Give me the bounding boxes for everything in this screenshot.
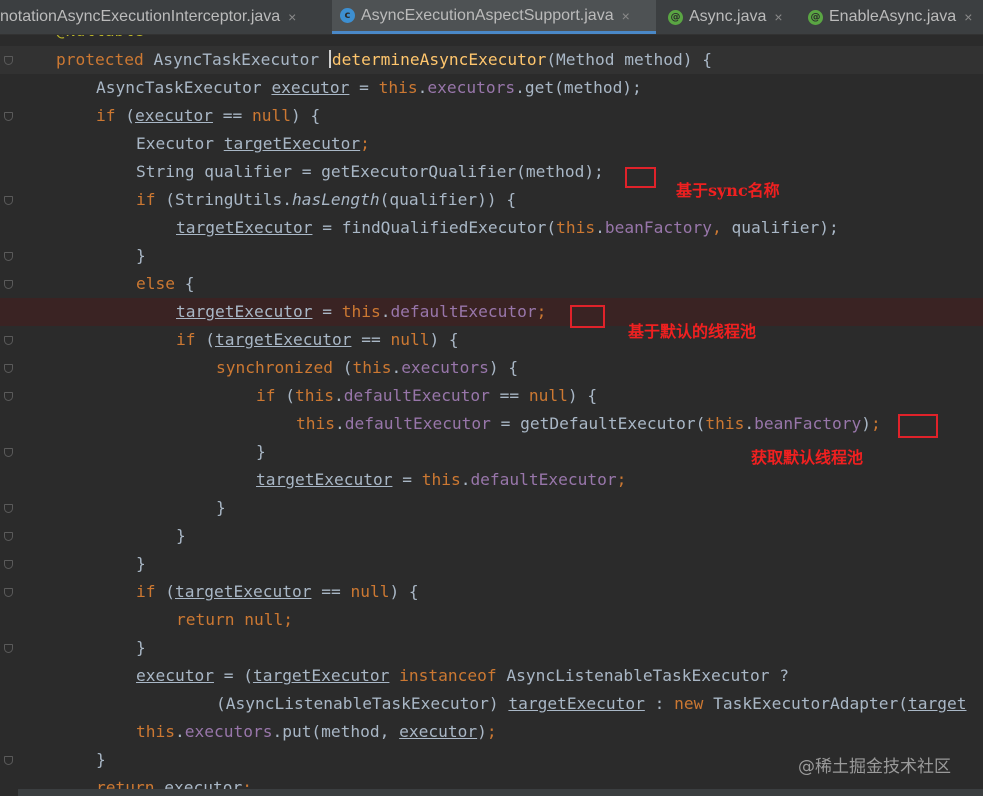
annotation-box bbox=[898, 414, 938, 438]
fold-icon[interactable] bbox=[4, 56, 13, 65]
tab-label: AsyncExecutionAspectSupport.java bbox=[361, 6, 614, 24]
fold-icon[interactable] bbox=[4, 196, 13, 205]
fold-icon[interactable] bbox=[4, 532, 13, 541]
text-caret bbox=[328, 50, 331, 68]
annotation-note: 基于默认的线程池 bbox=[628, 322, 757, 341]
code-line: @Nullable bbox=[0, 35, 983, 45]
fold-icon[interactable] bbox=[4, 336, 13, 345]
code-line: synchronized (this.executors) { bbox=[0, 354, 983, 382]
code-line: else { bbox=[0, 270, 983, 298]
fold-icon[interactable] bbox=[4, 560, 13, 569]
code-line: executor = (targetExecutor instanceof As… bbox=[136, 666, 790, 685]
tab-async[interactable]: @ Async.java × bbox=[660, 0, 798, 34]
annotation-box bbox=[570, 305, 605, 328]
code-line: targetExecutor = findQualifiedExecutor(t… bbox=[176, 218, 839, 237]
tab-enable-async[interactable]: @ EnableAsync.java × bbox=[800, 0, 983, 34]
tab-annotation-async-execution-interceptor[interactable]: notationAsyncExecutionInterceptor.java × bbox=[0, 0, 330, 34]
annotation-icon: @ bbox=[668, 9, 683, 25]
code-line: targetExecutor = this.defaultExecutor; bbox=[256, 470, 627, 489]
tab-label: notationAsyncExecutionInterceptor.java bbox=[0, 8, 281, 25]
code-line: } bbox=[0, 242, 983, 270]
code-editor[interactable]: @Nullable protected AsyncTaskExecutor de… bbox=[0, 35, 983, 796]
code-line: if (this.defaultExecutor == null) { bbox=[0, 382, 983, 410]
close-icon[interactable]: × bbox=[964, 9, 972, 25]
close-icon[interactable]: × bbox=[288, 9, 296, 25]
code-line: } bbox=[0, 634, 983, 662]
code-line: } bbox=[0, 550, 983, 578]
code-line: this.defaultExecutor = getDefaultExecuto… bbox=[296, 414, 881, 433]
code-line: if (StringUtils.hasLength(qualifier)) { bbox=[0, 186, 983, 214]
tab-async-execution-aspect-support[interactable]: c AsyncExecutionAspectSupport.java × bbox=[332, 0, 656, 34]
close-icon[interactable]: × bbox=[774, 9, 782, 25]
annotation-box bbox=[625, 167, 656, 188]
code-line: this.executors.put(method, executor); bbox=[136, 722, 497, 741]
fold-icon[interactable] bbox=[4, 280, 13, 289]
fold-icon[interactable] bbox=[4, 392, 13, 401]
fold-icon[interactable] bbox=[4, 588, 13, 597]
code-line: return null; bbox=[176, 610, 293, 629]
fold-icon[interactable] bbox=[4, 504, 13, 513]
code-line: } bbox=[0, 494, 983, 522]
code-line: String qualifier = getExecutorQualifier(… bbox=[136, 162, 604, 181]
code-line: if (executor == null) { bbox=[0, 102, 983, 130]
editor-tab-bar: notationAsyncExecutionInterceptor.java ×… bbox=[0, 0, 983, 35]
fold-icon[interactable] bbox=[4, 644, 13, 653]
fold-icon[interactable] bbox=[4, 112, 13, 121]
code-line: (AsyncListenableTaskExecutor) targetExec… bbox=[216, 694, 967, 713]
fold-icon[interactable] bbox=[4, 448, 13, 457]
close-icon[interactable]: × bbox=[622, 8, 630, 24]
code-line: if (targetExecutor == null) { bbox=[0, 326, 983, 354]
horizontal-scrollbar[interactable] bbox=[18, 789, 983, 796]
tab-label: Async.java bbox=[689, 8, 767, 25]
watermark: @稀土掘金技术社区 bbox=[798, 757, 951, 777]
fold-icon[interactable] bbox=[4, 364, 13, 373]
code-line: } bbox=[0, 522, 983, 550]
code-line-highlighted: targetExecutor = this.defaultExecutor; bbox=[0, 298, 983, 326]
code-line: Executor targetExecutor; bbox=[136, 134, 370, 153]
fold-icon[interactable] bbox=[4, 756, 13, 765]
code-line: protected AsyncTaskExecutor determineAsy… bbox=[0, 46, 983, 74]
fold-icon[interactable] bbox=[4, 252, 13, 261]
annotation-note: 获取默认线程池 bbox=[751, 448, 864, 467]
annotation-note: 基于sync名称 bbox=[676, 181, 780, 200]
tab-label: EnableAsync.java bbox=[829, 8, 957, 25]
code-line: AsyncTaskExecutor executor = this.execut… bbox=[96, 78, 642, 97]
code-line: if (targetExecutor == null) { bbox=[0, 578, 983, 606]
annotation-icon: @ bbox=[808, 9, 823, 25]
class-icon: c bbox=[340, 8, 355, 23]
